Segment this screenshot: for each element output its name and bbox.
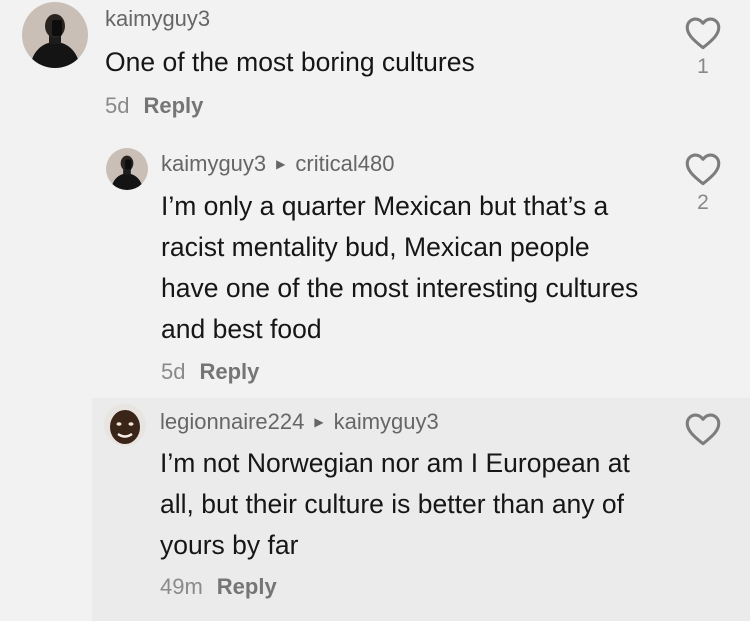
username-line: legionnaire224 ▶ kaimyguy3 [160,409,439,435]
username-line: kaimyguy3 ▶ critical480 [161,151,394,177]
user-avatar[interactable] [22,2,88,68]
reply-button[interactable]: Reply [199,359,259,385]
heart-icon[interactable] [684,412,722,446]
like-count: 1 [697,55,709,78]
like-button[interactable]: 1 [683,16,723,79]
timestamp: 49m [160,574,203,599]
username-line: kaimyguy3 [105,6,210,32]
timestamp: 5d [161,359,186,384]
comment-text: I’m only a quarter Mexican but that’s a … [161,191,639,344]
like-button[interactable] [683,412,723,451]
reply-to-username[interactable]: critical480 [295,151,394,177]
username[interactable]: legionnaire224 [160,409,304,435]
comment-text: One of the most boring cultures [105,47,475,77]
timestamp: 5d [105,93,130,118]
reply-arrow-icon: ▶ [314,415,324,429]
username[interactable]: kaimyguy3 [161,151,266,177]
username[interactable]: kaimyguy3 [105,6,210,32]
comment-reply: kaimyguy3 ▶ critical480 I’m only a quart… [0,140,750,398]
comment-meta: 5d Reply [161,359,259,385]
reply-button[interactable]: Reply [143,93,203,119]
comment-text: I’m not Norwegian nor am I European at a… [160,448,630,560]
reply-button[interactable]: Reply [217,574,277,600]
comment: kaimyguy3 One of the most boring culture… [0,0,750,140]
comment-reply-highlighted: legionnaire224 ▶ kaimyguy3 I’m not Norwe… [92,398,750,621]
heart-icon[interactable] [684,152,722,186]
heart-icon[interactable] [684,16,722,50]
reply-arrow-icon: ▶ [276,157,286,171]
comment-meta: 5d Reply [105,93,203,119]
like-button[interactable]: 2 [683,152,723,215]
comment-meta: 49m Reply [160,574,277,600]
reply-to-username[interactable]: kaimyguy3 [334,409,439,435]
user-avatar[interactable] [106,148,148,190]
like-count: 2 [697,191,709,214]
user-avatar[interactable] [104,404,146,446]
